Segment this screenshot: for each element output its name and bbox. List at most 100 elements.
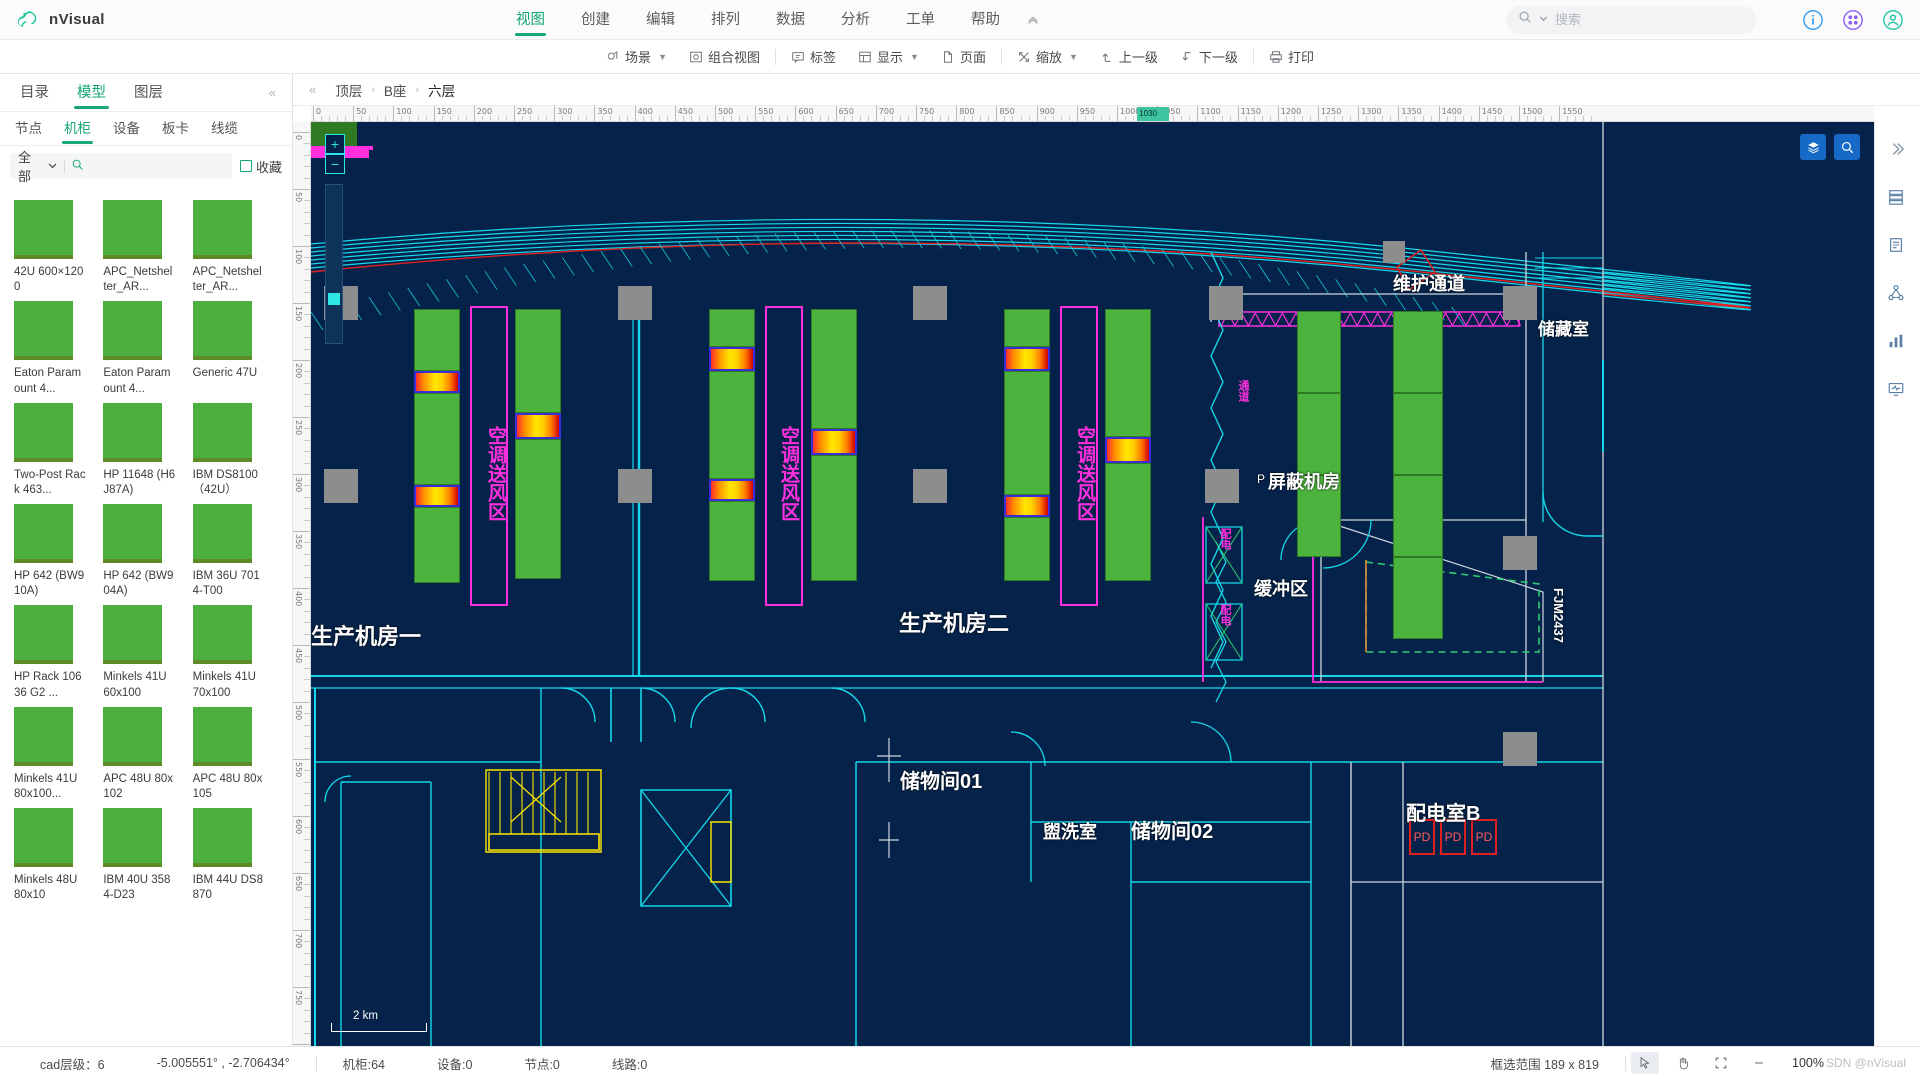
breadcrumb-item-top[interactable]: 顶层 (335, 80, 362, 100)
menu-item-edit[interactable]: 编辑 (628, 0, 693, 40)
toolbar-scene-button[interactable]: 场景 ▼ (595, 44, 678, 70)
model-category-select[interactable]: 全部 (18, 147, 58, 185)
sidebar-subtab-card[interactable]: 板卡 (151, 112, 200, 146)
expand-panel-icon[interactable] (1887, 140, 1909, 162)
menu-item-help[interactable]: 帮助 (953, 0, 1018, 40)
rack-list-icon[interactable] (1887, 188, 1909, 210)
model-item[interactable]: Minkels 41U 80x100... (14, 706, 93, 802)
toolbar-print-button[interactable]: 打印 (1258, 44, 1325, 70)
model-item[interactable]: Generic 47U (192, 301, 272, 396)
zoom-out-button[interactable]: − (325, 154, 345, 174)
model-item[interactable]: IBM 44U DS8870 (192, 808, 272, 903)
breadcrumb-item-floor[interactable]: 六层 (428, 80, 455, 100)
breadcrumb-collapse-icon[interactable]: « (309, 82, 326, 97)
topology-icon[interactable] (1887, 284, 1909, 306)
model-item[interactable]: APC 48U 80x102 (103, 706, 182, 802)
model-item[interactable]: IBM 36U 7014-T00 (192, 504, 272, 599)
search-input[interactable] (1555, 12, 1744, 27)
model-item[interactable]: HP 642 (BW910A) (14, 504, 93, 599)
model-item[interactable]: 42U 600×1200 (14, 200, 93, 295)
apps-grid-icon[interactable] (1842, 9, 1864, 31)
ruler-tick: 750 (916, 106, 934, 121)
favorite-filter-checkbox[interactable]: 收藏 (239, 157, 282, 176)
ruler-minor-tick (304, 382, 310, 384)
zoom-slider[interactable] (325, 184, 343, 344)
global-search[interactable] (1506, 5, 1756, 34)
rack-zone-outline (1060, 306, 1098, 606)
floorplan-canvas[interactable]: + − 2 km PD PD PD 生产机房一 生产机房二 维护通道 屏蔽机房 … (311, 122, 1874, 1046)
canvas-search-icon[interactable] (1834, 134, 1860, 160)
chevron-up-icon[interactable] (1018, 0, 1048, 40)
menu-item-workorder[interactable]: 工单 (888, 0, 953, 40)
document-icon[interactable] (1887, 236, 1909, 258)
toolbar-level-up-button[interactable]: 上一级 (1089, 44, 1169, 70)
model-item[interactable]: Minkels 41U 60x100 (103, 605, 182, 700)
toolbar-zoom-button[interactable]: 缩放 ▼ (1006, 44, 1089, 70)
chevron-down-icon[interactable] (1538, 11, 1549, 29)
model-grid[interactable]: 42U 600×1200 APC_Netshelter_AR... APC_Nets… (0, 186, 292, 1046)
sidebar-subtab-cable[interactable]: 线缆 (200, 112, 249, 146)
chart-bars-icon[interactable] (1887, 332, 1909, 354)
menu-item-view[interactable]: 视图 (498, 0, 563, 40)
horizontal-ruler[interactable]: 0 50 100 150 200 250 300 350 400 450 500 550 600 650 7… (311, 106, 1874, 122)
toolbar-display-button[interactable]: 显示 ▼ (847, 44, 930, 70)
model-search-input[interactable] (89, 159, 224, 173)
monitor-icon[interactable] (1887, 380, 1909, 402)
model-item[interactable]: HP 642 (BW904A) (103, 504, 182, 599)
sidebar-subtab-node[interactable]: 节点 (4, 112, 53, 146)
toolbar-combined-view-button[interactable]: 组合视图 (678, 44, 771, 70)
sidebar-tab-layer[interactable]: 图层 (120, 74, 177, 112)
status-bar: cad层级：6 -5.005551° , -2.706434° 机柜:64 设备… (0, 1046, 1920, 1079)
model-thumbnail (103, 808, 163, 868)
zoom-slider-thumb[interactable] (328, 293, 340, 305)
zoom-in-button[interactable]: + (325, 134, 345, 154)
model-item[interactable]: APC_Netshelter_AR... (192, 200, 272, 295)
chevron-double-left-icon[interactable]: « (269, 85, 286, 100)
ruler-minor-tick (304, 770, 310, 772)
layers-icon[interactable] (1800, 134, 1826, 160)
rack-heatmap-block (1004, 495, 1050, 517)
ruler-minor-tick (304, 257, 310, 259)
user-avatar-icon[interactable] (1882, 9, 1904, 31)
pillar-block (324, 469, 358, 503)
model-item[interactable]: HP Rack 10636 G2 ... (14, 605, 93, 700)
vertical-ruler[interactable]: 0 50 100 150 200 250 300 350 400 450 500 550 600 650 7… (293, 122, 311, 1046)
breadcrumb-item-building[interactable]: B座 (384, 80, 407, 100)
menu-item-analysis[interactable]: 分析 (823, 0, 888, 40)
ruler-minor-tick (1293, 116, 1295, 121)
model-item[interactable]: Minkels 41U 70x100 (192, 605, 272, 700)
sidebar-subtab-rack[interactable]: 机柜 (53, 112, 102, 146)
sidebar-tab-catalog[interactable]: 目录 (6, 74, 63, 112)
model-filter-control[interactable]: 全部 (10, 150, 232, 184)
menu-item-data[interactable]: 数据 (758, 0, 823, 40)
ruler-minor-tick (304, 394, 310, 396)
ruler-tick: 1250 (1318, 106, 1341, 121)
pan-hand-tool-icon[interactable] (1669, 1052, 1697, 1074)
ruler-minor-tick (401, 116, 403, 121)
model-item[interactable]: APC 48U 80x105 (192, 706, 272, 802)
model-item[interactable]: APC_Netshelter_AR... (103, 200, 182, 295)
pointer-tool-icon[interactable] (1631, 1052, 1660, 1074)
model-item[interactable]: HP 11648 (H6J87A) (103, 402, 182, 498)
menu-item-create[interactable]: 创建 (563, 0, 628, 40)
model-item[interactable]: Minkels 48U 80x10 (14, 808, 93, 903)
ruler-minor-tick (1261, 116, 1263, 121)
minimize-icon[interactable] (1745, 1052, 1773, 1074)
ruler-minor-tick (304, 622, 310, 624)
fit-screen-icon[interactable] (1707, 1052, 1735, 1074)
status-zoom-level[interactable]: 100% (1778, 1056, 1824, 1070)
sidebar-tab-model[interactable]: 模型 (63, 74, 120, 112)
model-item[interactable]: Eaton Paramount 4... (14, 301, 93, 396)
info-icon[interactable] (1802, 9, 1824, 31)
model-item[interactable]: Eaton Paramount 4... (103, 301, 182, 396)
model-item[interactable]: Two-Post Rack 463... (14, 402, 93, 498)
model-item[interactable]: IBM DS8100（42U） (192, 402, 272, 498)
menu-item-arrange[interactable]: 排列 (693, 0, 758, 40)
model-thumbnail (14, 605, 73, 665)
toolbar-tag-button[interactable]: 标签 (780, 44, 847, 70)
toolbar-page-button[interactable]: 页面 (930, 44, 997, 70)
sidebar-subtab-device[interactable]: 设备 (102, 112, 151, 146)
model-thumbnail (192, 605, 252, 665)
model-item[interactable]: IBM 40U 3584-D23 (103, 808, 182, 903)
toolbar-level-down-button[interactable]: 下一级 (1169, 44, 1249, 70)
